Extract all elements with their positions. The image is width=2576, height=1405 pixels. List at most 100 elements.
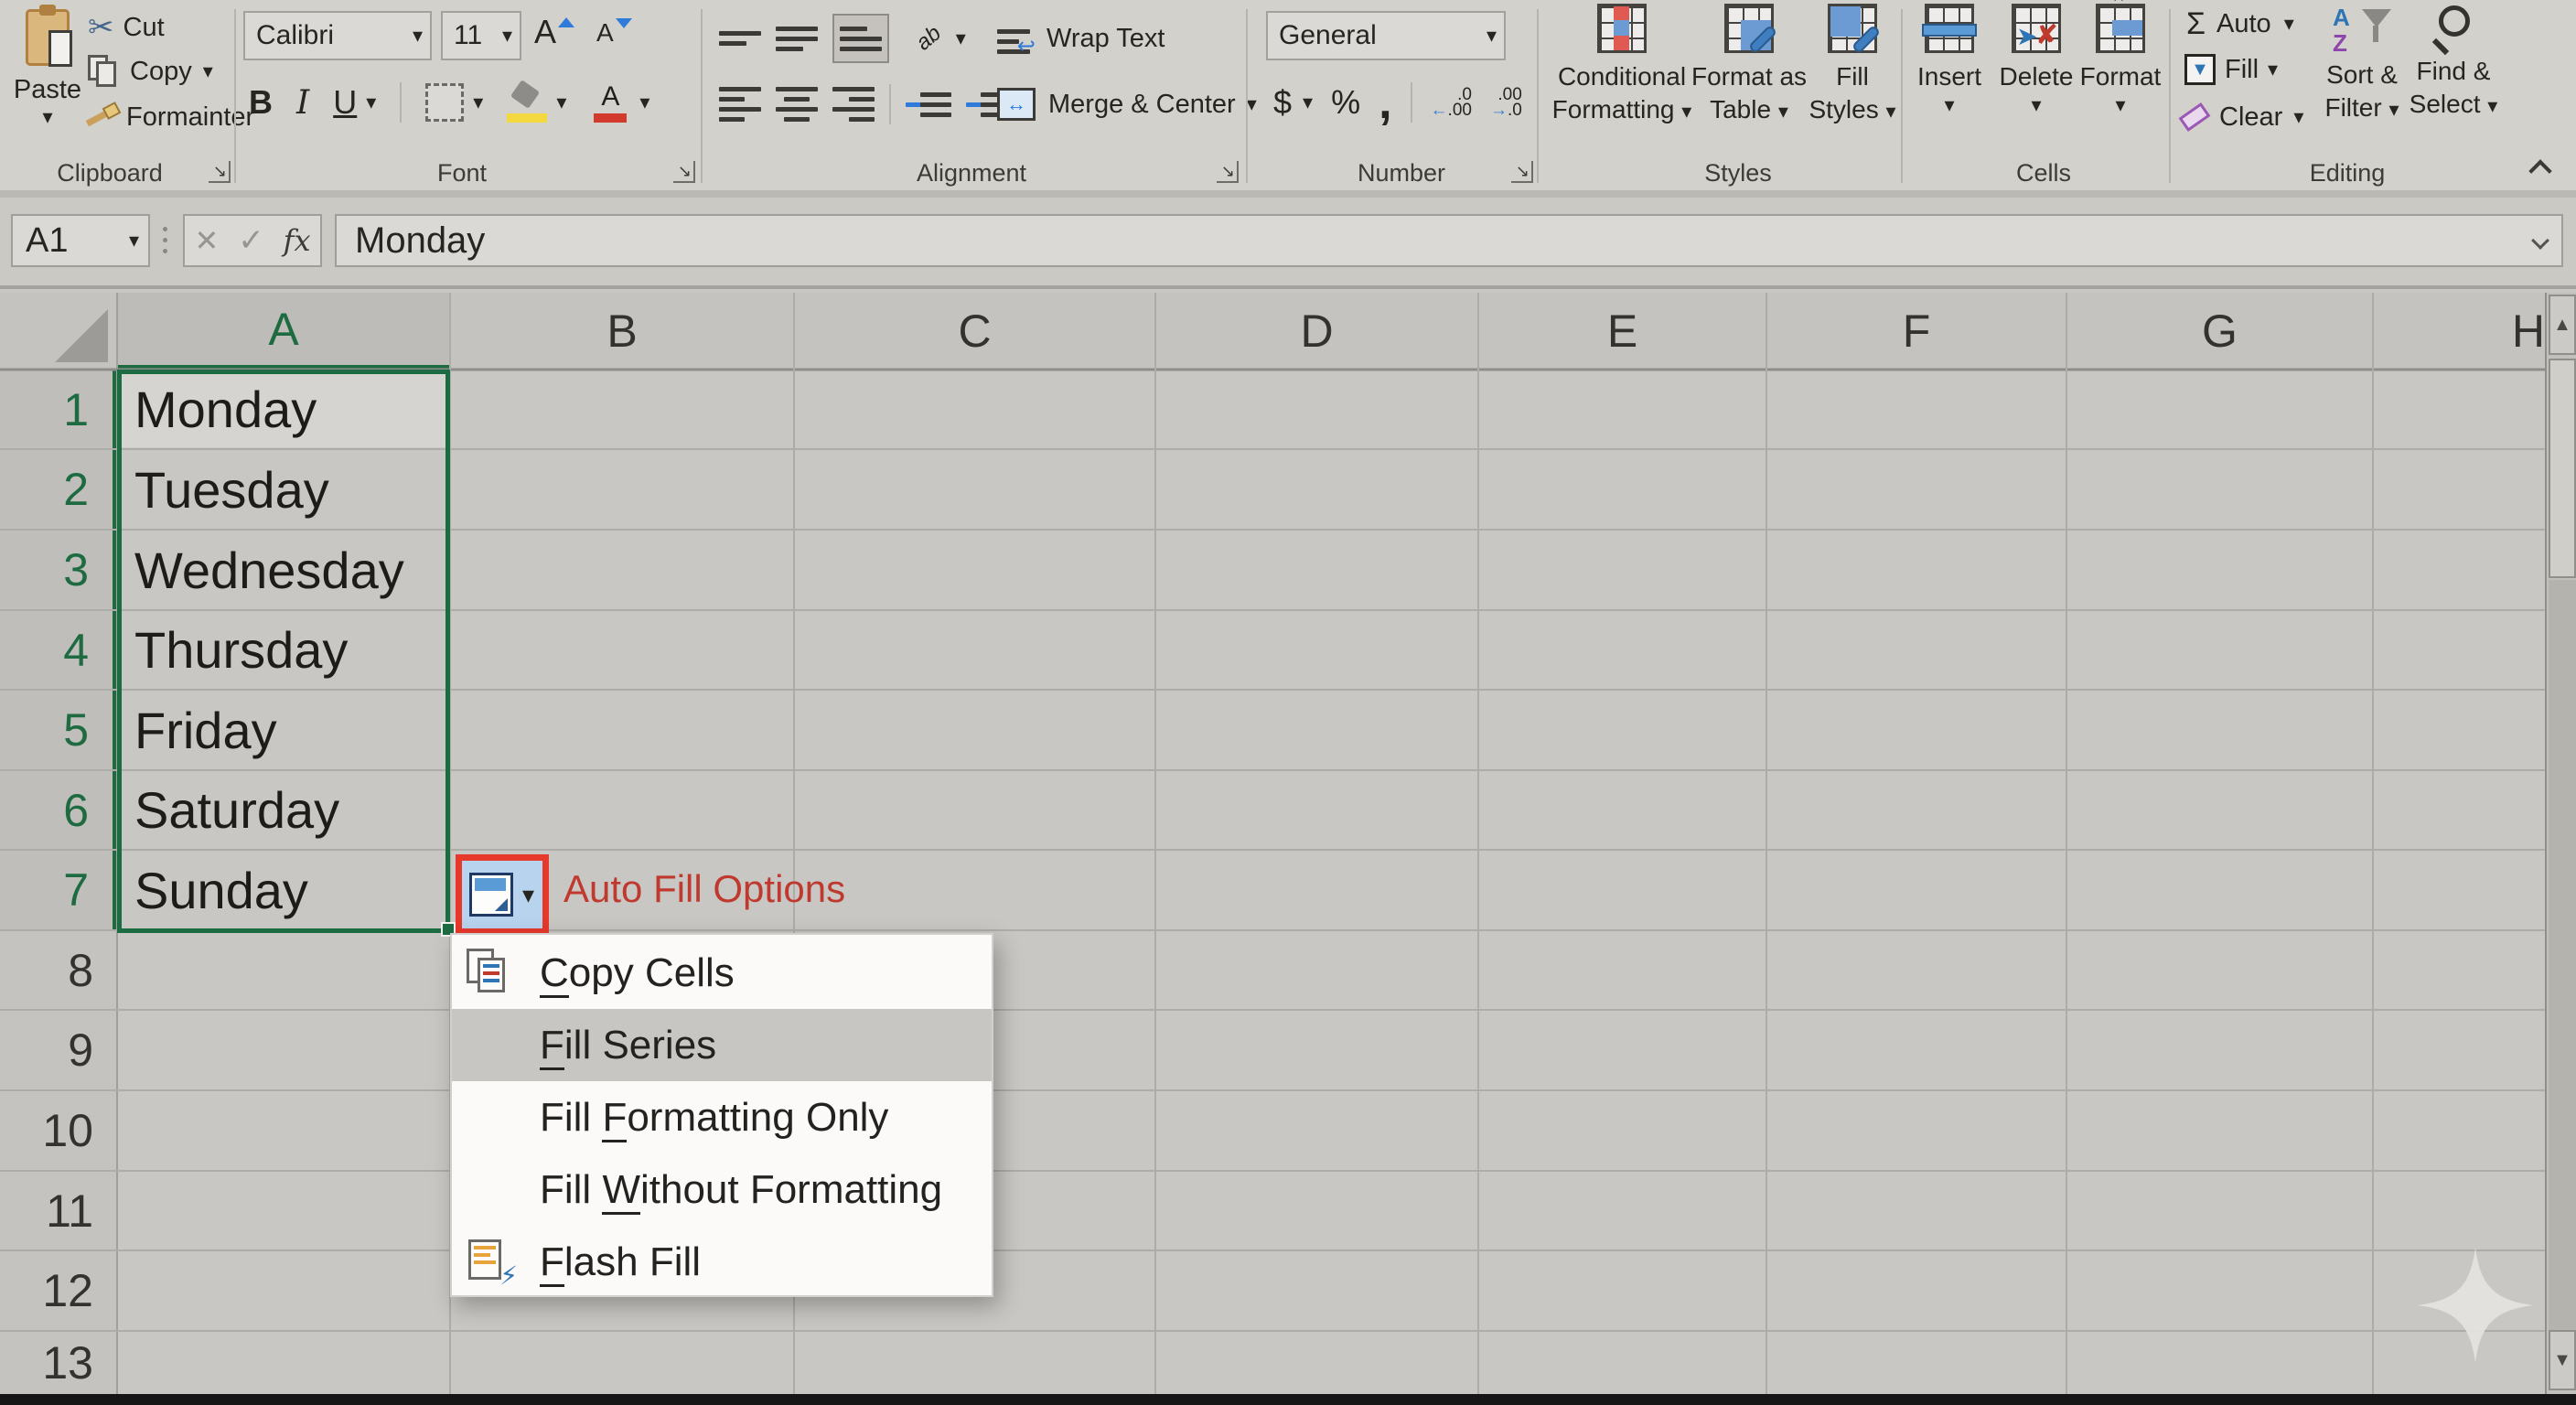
group-divider — [234, 9, 236, 183]
scroll-down-button[interactable]: ▼ — [2549, 1330, 2576, 1390]
collapse-ribbon-icon[interactable] — [2528, 159, 2551, 182]
group-divider — [1246, 9, 1248, 183]
format-painter-button[interactable]: Formainter — [84, 97, 254, 137]
fill-dropdown-icon[interactable] — [2268, 58, 2278, 81]
autosum-button[interactable]: Σ Auto — [2186, 5, 2294, 42]
underline-dropdown-icon[interactable] — [366, 91, 376, 114]
sort-filter-dropdown-icon — [2388, 91, 2399, 126]
vertical-scrollbar[interactable]: ▲ ▼ — [2545, 293, 2576, 1394]
selection-border — [117, 370, 450, 933]
number-format-select[interactable]: General — [1266, 11, 1506, 60]
merge-center-button[interactable]: ↔ Merge & Center — [997, 80, 1257, 128]
scrollbar-track[interactable] — [2549, 580, 2576, 1330]
ribbon: Paste ✂ Cut Copy Formainter Clipboard Ca… — [0, 0, 2576, 190]
auto-fill-options-icon — [469, 873, 513, 917]
number-dialog-launcher-icon[interactable] — [1511, 161, 1533, 183]
fill-button[interactable]: ▼ Fill — [2184, 51, 2278, 88]
wrap-text-button[interactable]: ↩ Wrap Text — [997, 13, 1165, 64]
borders-button[interactable] — [425, 83, 464, 122]
menu-item-flash-fill[interactable]: ⚡ Flash Fill — [452, 1226, 992, 1298]
sort-filter-button[interactable]: AZ Sort & Filter — [2320, 4, 2404, 126]
auto-fill-options-button[interactable] — [456, 854, 549, 935]
conditional-formatting-icon — [1597, 4, 1647, 53]
copy-button[interactable]: Copy — [88, 51, 213, 91]
decrease-indent-button[interactable] — [906, 92, 951, 117]
currency-button[interactable]: $ — [1273, 83, 1292, 122]
scrollbar-thumb[interactable] — [2549, 359, 2576, 578]
menu-item-fill-formatting-only[interactable]: Fill Formatting Only — [452, 1081, 992, 1153]
increase-font-size-button[interactable]: A — [534, 13, 574, 51]
wrap-text-icon: ↩ — [997, 22, 1034, 55]
align-center-button[interactable] — [776, 87, 818, 122]
font-dialog-launcher-icon[interactable] — [673, 161, 695, 183]
merge-center-icon: ↔ — [997, 88, 1036, 121]
format-painter-icon — [84, 101, 121, 134]
conditional-formatting-button[interactable]: Conditional Formatting — [1555, 4, 1689, 128]
group-divider — [1537, 9, 1539, 183]
fill-styles-button[interactable]: Fill Styles — [1809, 4, 1895, 128]
clipboard-dialog-launcher-icon[interactable] — [209, 161, 231, 183]
align-bottom-button[interactable] — [832, 14, 889, 63]
font-group-label: Font — [437, 159, 487, 187]
group-divider — [1901, 9, 1903, 183]
scroll-up-button[interactable]: ▲ — [2549, 295, 2576, 355]
format-cells-button[interactable]: ↔ Format — [2082, 4, 2159, 117]
paste-button[interactable]: Paste — [13, 4, 82, 150]
fill-color-button[interactable] — [507, 82, 547, 123]
editing-group-label: Editing — [2310, 159, 2386, 187]
formula-input[interactable]: Monday — [335, 214, 2563, 267]
menu-item-copy-cells[interactable]: Copy Cells — [452, 937, 992, 1009]
sparkle-watermark-icon — [2415, 1237, 2536, 1374]
find-select-button[interactable]: Find & Select — [2411, 4, 2496, 123]
group-divider — [2169, 9, 2171, 183]
insert-function-icon[interactable]: fx — [284, 223, 311, 258]
align-right-button[interactable] — [832, 87, 875, 122]
paste-dropdown-icon[interactable] — [42, 105, 52, 129]
alignment-dialog-launcher-icon[interactable] — [1217, 161, 1239, 183]
insert-dropdown-icon — [1944, 93, 1954, 117]
format-as-table-button[interactable]: Format as Table — [1690, 4, 1808, 128]
borders-dropdown-icon[interactable] — [473, 91, 483, 114]
orientation-dropdown-icon[interactable] — [956, 27, 966, 50]
italic-button[interactable]: I — [296, 84, 309, 122]
clear-dropdown-icon[interactable] — [2293, 105, 2303, 129]
expand-formula-bar-icon[interactable] — [2531, 231, 2549, 250]
menu-item-fill-series[interactable]: Fill Series — [452, 1009, 992, 1081]
bold-button[interactable]: B — [249, 83, 273, 122]
underline-button[interactable]: U — [333, 83, 357, 122]
clear-button[interactable]: Clear — [2181, 99, 2303, 135]
align-top-button[interactable] — [719, 31, 761, 46]
cells-group-label: Cells — [2016, 159, 2071, 187]
name-box[interactable]: A1 — [11, 214, 150, 267]
orientation-button[interactable]: ab — [911, 21, 946, 57]
merge-center-dropdown-icon[interactable] — [1247, 92, 1257, 116]
autosum-dropdown-icon[interactable] — [2284, 12, 2294, 36]
currency-dropdown-icon[interactable] — [1303, 91, 1313, 114]
formula-bar-divider — [163, 227, 167, 231]
autosum-icon: Σ — [2186, 8, 2206, 39]
increase-decimal-button[interactable]: .0 ←.00 — [1431, 87, 1472, 118]
copy-dropdown-icon[interactable] — [203, 59, 213, 83]
cut-button[interactable]: ✂ Cut — [88, 7, 165, 48]
delete-cells-button[interactable]: ➤ ✘ Delete — [2002, 4, 2071, 117]
font-color-dropdown-icon[interactable] — [639, 91, 649, 114]
format-cells-icon: ↔ — [2096, 4, 2145, 53]
shrink-font-icon: A — [596, 18, 614, 48]
auto-fill-dropdown-icon[interactable] — [522, 881, 534, 909]
font-size-dropdown-icon — [502, 24, 512, 48]
align-left-button[interactable] — [719, 87, 761, 122]
menu-item-fill-without-formatting[interactable]: Fill Without Formatting — [452, 1153, 992, 1226]
comma-style-button[interactable]: , — [1379, 89, 1391, 116]
decrease-font-size-button[interactable]: A — [596, 18, 632, 48]
font-name-select[interactable]: Calibri — [243, 11, 432, 60]
font-size-select[interactable]: 11 — [441, 11, 521, 60]
fill-color-dropdown-icon[interactable] — [556, 91, 566, 114]
font-color-button[interactable]: A — [590, 82, 630, 123]
align-middle-button[interactable] — [776, 27, 818, 51]
insert-cells-button[interactable]: Insert — [1917, 4, 1981, 117]
number-group-label: Number — [1358, 159, 1445, 187]
decrease-decimal-button[interactable]: .00 →.0 — [1490, 87, 1522, 118]
percent-button[interactable]: % — [1331, 83, 1360, 122]
enter-icon[interactable]: ✓ — [238, 222, 264, 259]
cancel-icon[interactable]: ✕ — [194, 223, 219, 258]
